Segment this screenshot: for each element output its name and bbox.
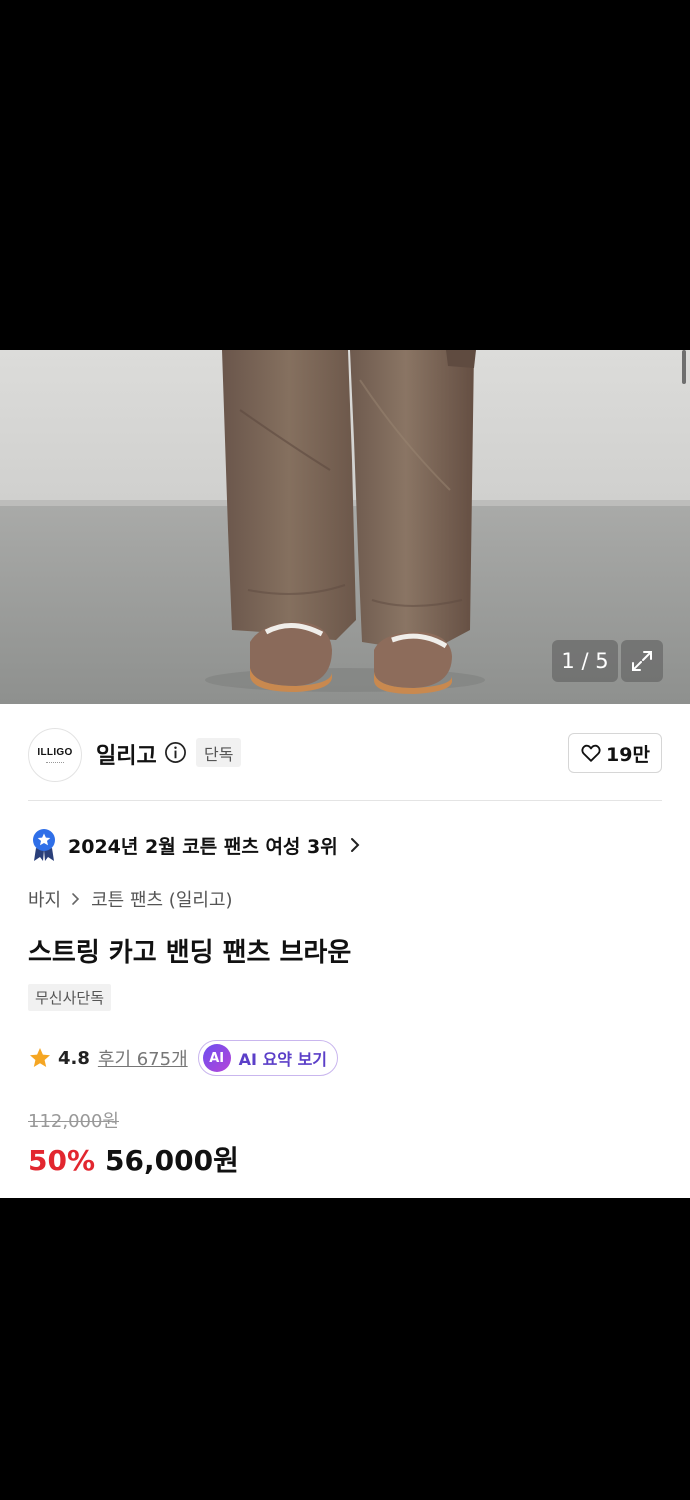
ranking-link[interactable]: 2024년 2월 코튼 팬츠 여성 3위 [30, 828, 362, 862]
brand-logo-dots [46, 761, 64, 764]
rating-score: 4.8 [58, 1047, 90, 1069]
top-black-area [0, 0, 690, 350]
rating-row: 4.8 후기 675개 AI AI 요약 보기 [28, 1040, 339, 1076]
star-icon [30, 1048, 50, 1067]
chevron-right-icon [350, 838, 360, 852]
review-count-link[interactable]: 후기 675개 [98, 1045, 188, 1071]
ranking-text: 2024년 2월 코튼 팬츠 여성 3위 [68, 835, 338, 858]
discount-rate: 50% [28, 1144, 96, 1177]
chevron-right-icon [72, 893, 80, 905]
breadcrumb-subcategory[interactable]: 코튼 팬츠 (일리고) [91, 886, 232, 912]
breadcrumb: 바지 코튼 팬츠 (일리고) [28, 886, 233, 912]
product-title: 스트링 카고 밴딩 팬츠 브라운 [28, 938, 352, 968]
bottom-black-area [0, 1198, 690, 1500]
price-row: 50% 56,000원 [28, 1139, 239, 1179]
image-counter: 1 / 5 [552, 640, 618, 682]
like-count: 19만 [606, 743, 650, 766]
exclusive-tag: 단독 [196, 738, 242, 767]
breadcrumb-category[interactable]: 바지 [28, 886, 61, 912]
divider [28, 800, 662, 801]
ai-icon: AI [202, 1044, 231, 1072]
scrollbar[interactable] [682, 350, 686, 384]
original-price: 112,000원 [28, 1111, 119, 1132]
sale-price: 56,000원 [105, 1144, 239, 1177]
musinsa-exclusive-tag: 무신사단독 [28, 984, 112, 1011]
brand-logo-text: ILLIGO [37, 746, 73, 758]
info-icon[interactable] [164, 741, 187, 764]
ai-summary-label: AI 요약 보기 [238, 1050, 328, 1069]
brand-name[interactable]: 일리고 [96, 738, 157, 770]
ranking-badge-icon [33, 829, 55, 861]
like-button[interactable]: 19만 [568, 733, 662, 773]
brand-logo[interactable]: ILLIGO [28, 728, 82, 782]
expand-button[interactable] [621, 640, 663, 682]
product-info-panel: ILLIGO 일리고 단독 19만 2024년 2월 코튼 팬츠 여성 3위 바… [0, 704, 690, 1198]
ai-summary-button[interactable]: AI AI 요약 보기 [197, 1040, 339, 1076]
heart-outline-icon [581, 744, 601, 762]
expand-icon [632, 651, 652, 671]
